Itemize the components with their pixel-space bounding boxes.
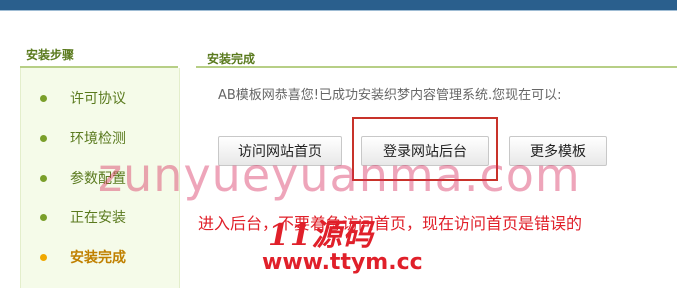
step-label: 正在安装 bbox=[70, 210, 126, 226]
success-message: AB模板网恭喜您!已成功安装织梦内容管理系统.您现在可以: bbox=[218, 88, 562, 103]
step-label: 许可协议 bbox=[70, 91, 126, 107]
sidebar-title: 安装步骤 bbox=[26, 48, 75, 62]
step-installing: 正在安装 bbox=[20, 197, 178, 237]
site-logo: 11源码 bbox=[268, 218, 374, 253]
step-bullet-active-icon bbox=[40, 254, 47, 261]
top-header-bar bbox=[0, 0, 677, 11]
step-bullet-icon bbox=[40, 175, 47, 182]
step-license: 许可协议 bbox=[20, 78, 178, 118]
step-bullet-icon bbox=[40, 214, 47, 221]
annotation-text: 进入后台，不要着急访问首页，现在访问首页是错误的 bbox=[198, 214, 583, 233]
step-label: 安装完成 bbox=[70, 250, 126, 266]
step-bullet-icon bbox=[40, 95, 47, 102]
step-label: 环境检测 bbox=[70, 131, 126, 147]
main-title-divider bbox=[196, 66, 677, 68]
watermark: zunyueyuanma.com bbox=[98, 148, 581, 202]
page-title: 安装完成 bbox=[207, 52, 256, 66]
step-install-complete: 安装完成 bbox=[20, 237, 178, 277]
step-bullet-icon bbox=[40, 135, 47, 142]
logo-url: www.ttym.cc bbox=[262, 250, 423, 275]
